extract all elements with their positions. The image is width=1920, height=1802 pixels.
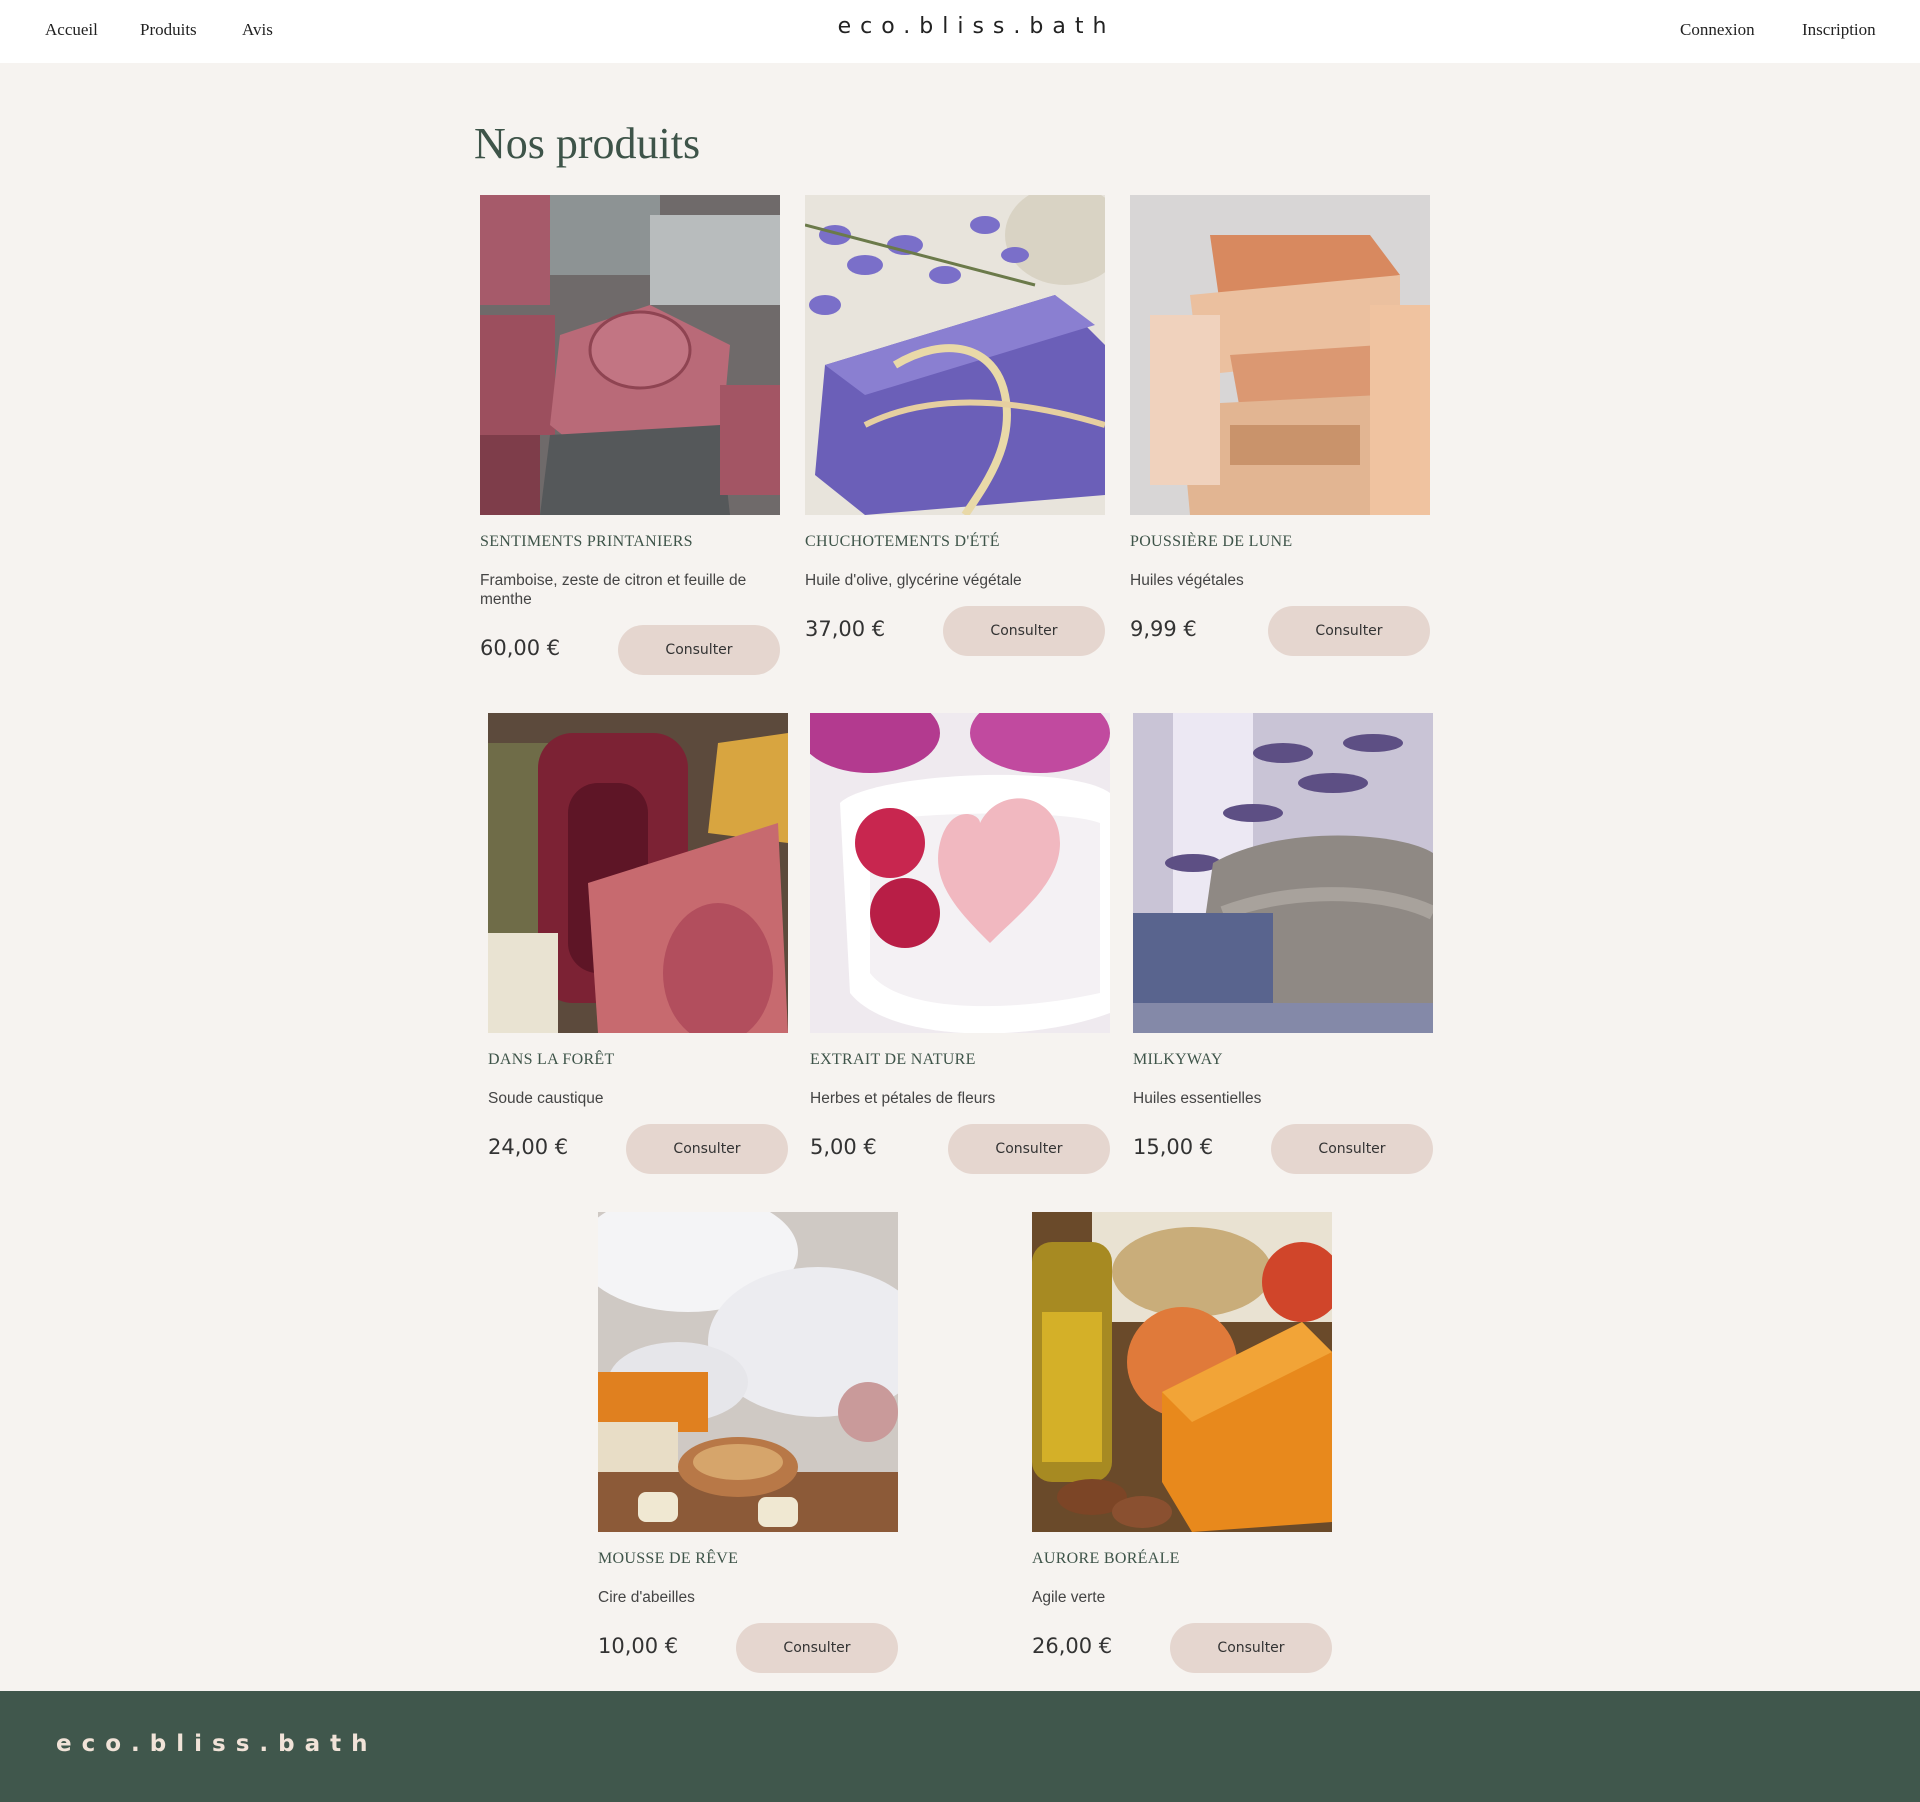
nav-link-accueil[interactable]: Accueil	[45, 20, 98, 40]
product-card: CHUCHOTEMENTS D'ÉTÉ Huile d'olive, glycé…	[805, 195, 1105, 656]
product-name: MILKYWAY	[1133, 1051, 1223, 1068]
product-description: Herbes et pétales de fleurs	[810, 1090, 996, 1107]
product-price: 9,99 €	[1130, 617, 1197, 641]
product-photo[interactable]	[1130, 195, 1430, 515]
soap-photo-assorted	[488, 713, 788, 1033]
product-photo[interactable]	[598, 1212, 898, 1532]
soap-photo-pink-grey	[480, 195, 780, 515]
footer-brand-logo: eco.bliss.bath	[56, 1731, 378, 1757]
product-name: EXTRAIT DE NATURE	[810, 1051, 976, 1068]
product-card: EXTRAIT DE NATURE Herbes et pétales de f…	[810, 713, 1110, 1174]
product-photo[interactable]	[810, 713, 1110, 1033]
product-name: CHUCHOTEMENTS D'ÉTÉ	[805, 533, 1000, 550]
product-name: MOUSSE DE RÊVE	[598, 1550, 739, 1567]
consulter-button[interactable]: Consulter	[618, 625, 780, 675]
product-card: DANS LA FORÊT Soude caustique 24,00 € Co…	[488, 713, 788, 1174]
product-card: AURORE BORÉALE Agile verte 26,00 € Consu…	[1032, 1212, 1332, 1673]
nav-link-inscription[interactable]: Inscription	[1802, 20, 1876, 40]
product-photo[interactable]	[1032, 1212, 1332, 1532]
soap-photo-lavender-towel	[1133, 713, 1433, 1033]
product-card: POUSSIÈRE DE LUNE Huiles végétales 9,99 …	[1130, 195, 1430, 656]
product-price: 5,00 €	[810, 1135, 877, 1159]
page-title: Nos produits	[474, 119, 701, 168]
product-description: Huiles végétales	[1130, 572, 1244, 589]
product-name: AURORE BORÉALE	[1032, 1550, 1180, 1567]
soap-photo-orange-apricot	[1032, 1212, 1332, 1532]
soap-photo-peach-stack	[1130, 195, 1430, 515]
nav-link-connexion[interactable]: Connexion	[1680, 20, 1755, 40]
soap-photo-towels-spoon	[598, 1212, 898, 1532]
product-price: 10,00 €	[598, 1634, 679, 1658]
product-card: SENTIMENTS PRINTANIERS Framboise, zeste …	[480, 195, 780, 675]
product-card: MILKYWAY Huiles essentielles 15,00 € Con…	[1133, 713, 1433, 1174]
product-description: Framboise, zeste de citron et feuille de…	[480, 572, 747, 608]
product-description: Huiles essentielles	[1133, 1090, 1262, 1107]
product-photo[interactable]	[805, 195, 1105, 515]
consulter-button[interactable]: Consulter	[1271, 1124, 1433, 1174]
product-photo[interactable]	[1133, 713, 1433, 1033]
footer: eco.bliss.bath	[0, 1691, 1920, 1802]
product-price: 60,00 €	[480, 636, 561, 660]
consulter-button[interactable]: Consulter	[943, 606, 1105, 656]
consulter-button[interactable]: Consulter	[948, 1124, 1110, 1174]
consulter-button[interactable]: Consulter	[1268, 606, 1430, 656]
top-navbar: Accueil Produits Avis eco.bliss.bath Con…	[0, 0, 1920, 63]
product-name: POUSSIÈRE DE LUNE	[1130, 533, 1293, 550]
product-name: SENTIMENTS PRINTANIERS	[480, 533, 693, 550]
product-price: 37,00 €	[805, 617, 886, 641]
soap-photo-heart-raspberry	[810, 713, 1110, 1033]
brand-logo: eco.bliss.bath	[837, 14, 1116, 39]
nav-link-produits[interactable]: Produits	[140, 20, 197, 40]
product-card: MOUSSE DE RÊVE Cire d'abeilles 10,00 € C…	[598, 1212, 898, 1673]
product-price: 26,00 €	[1032, 1634, 1113, 1658]
consulter-button[interactable]: Consulter	[626, 1124, 788, 1174]
nav-link-avis[interactable]: Avis	[242, 20, 273, 40]
product-price: 15,00 €	[1133, 1135, 1214, 1159]
consulter-button[interactable]: Consulter	[1170, 1623, 1332, 1673]
product-description: Agile verte	[1032, 1589, 1106, 1606]
product-photo[interactable]	[488, 713, 788, 1033]
product-name: DANS LA FORÊT	[488, 1051, 615, 1068]
product-photo[interactable]	[480, 195, 780, 515]
product-description: Huile d'olive, glycérine végétale	[805, 572, 1022, 589]
product-description: Soude caustique	[488, 1090, 604, 1107]
product-description: Cire d'abeilles	[598, 1589, 695, 1606]
soap-photo-lavender	[805, 195, 1105, 515]
product-price: 24,00 €	[488, 1135, 569, 1159]
consulter-button[interactable]: Consulter	[736, 1623, 898, 1673]
